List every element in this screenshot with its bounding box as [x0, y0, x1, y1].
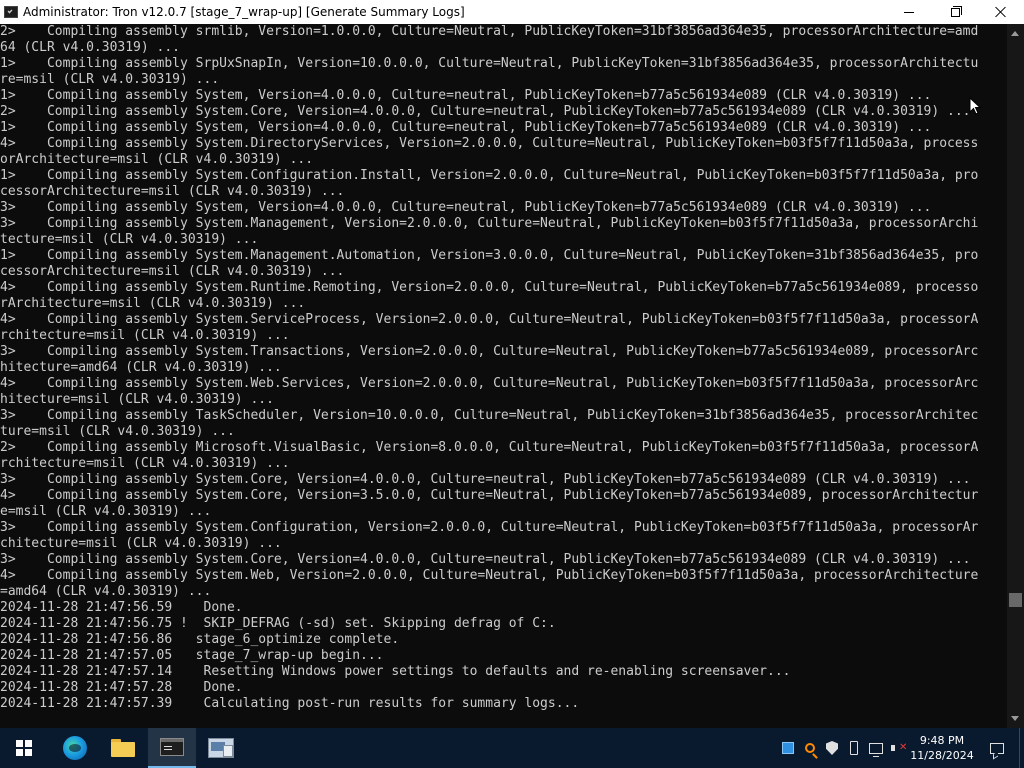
close-button[interactable]: [978, 0, 1024, 24]
system-tray: ✕ 9:48 PM 11/28/2024: [777, 728, 1024, 768]
console-line: 2024-11-28 21:47:56.59 Done.: [0, 600, 243, 615]
terminal-icon: [160, 738, 184, 756]
scroll-down-icon[interactable]: [1011, 716, 1019, 721]
console-line: tecture=msil (CLR v4.0.30319) ...: [0, 232, 259, 247]
console-line: rchitecture=msil (CLR v4.0.30319) ...: [0, 456, 290, 471]
console-line: cessorArchitecture=msil (CLR v4.0.30319)…: [0, 264, 345, 279]
taskbar-edge[interactable]: [51, 728, 99, 768]
tray-network[interactable]: [865, 728, 887, 768]
network-icon: [869, 742, 883, 757]
console-line: 1> Compiling assembly SrpUxSnapIn, Versi…: [0, 56, 979, 71]
taskbar-clock[interactable]: 9:48 PM 11/28/2024: [909, 728, 975, 768]
tray-search-tool[interactable]: [799, 728, 821, 768]
close-icon: [995, 6, 1007, 18]
scroll-thumb[interactable]: [1009, 593, 1022, 607]
console-line: 4> Compiling assembly System.Core, Versi…: [0, 488, 979, 503]
console-scrollbar[interactable]: [1007, 24, 1024, 728]
window-controls: [886, 0, 1024, 24]
restore-icon: [950, 5, 962, 17]
console-line: 4> Compiling assembly System.DirectorySe…: [0, 136, 979, 151]
start-button[interactable]: [0, 728, 48, 768]
edge-icon: [63, 736, 87, 760]
usb-device-icon: [850, 741, 858, 755]
notification-center-button[interactable]: [975, 728, 1019, 768]
taskbar-command-window[interactable]: [197, 728, 245, 768]
console-line: orArchitecture=msil (CLR v4.0.30319) ...: [0, 152, 314, 167]
taskbar-command-prompt[interactable]: [148, 728, 196, 768]
minimize-button[interactable]: [886, 0, 932, 24]
console-lines: 2> Compiling assembly srmlib, Version=1.…: [0, 24, 1007, 712]
clock-date: 11/28/2024: [910, 749, 974, 762]
tray-removable-device[interactable]: [843, 728, 865, 768]
windows-logo-icon: [16, 740, 32, 756]
taskbar: ✕ 9:48 PM 11/28/2024: [0, 728, 1024, 768]
volume-muted-icon: ✕: [891, 742, 907, 754]
console-app-icon: [4, 6, 18, 18]
console-line: rchitecture=msil (CLR v4.0.30319) ...: [0, 328, 290, 343]
restore-button[interactable]: [932, 0, 978, 24]
console-line: 3> Compiling assembly System.Configurati…: [0, 520, 979, 535]
console-line: hitecture=msil (CLR v4.0.30319) ...: [0, 392, 274, 407]
clock-time: 9:48 PM: [919, 734, 965, 747]
window-title: Administrator: Tron v12.0.7 [stage_7_wra…: [23, 5, 465, 19]
console-line: 2024-11-28 21:47:56.75 ! SKIP_DEFRAG (-s…: [0, 616, 556, 631]
console-line: 4> Compiling assembly System.Web.Service…: [0, 376, 979, 391]
console-line: 2024-11-28 21:47:56.86 stage_6_optimize …: [0, 632, 400, 647]
console-line: 2> Compiling assembly srmlib, Version=1.…: [0, 24, 979, 39]
console-line: =amd64 (CLR v4.0.30319) ...: [0, 584, 212, 599]
blue-square-icon: [782, 742, 794, 754]
notification-icon: [990, 742, 1004, 754]
console-line: rArchitecture=msil (CLR v4.0.30319) ...: [0, 296, 306, 311]
console-line: 2024-11-28 21:47:57.14 Resetting Windows…: [0, 664, 791, 679]
shield-icon: [826, 741, 838, 755]
window-title-bar[interactable]: Administrator: Tron v12.0.7 [stage_7_wra…: [0, 0, 1024, 24]
magnifier-icon: [805, 743, 815, 753]
console-line: cessorArchitecture=msil (CLR v4.0.30319)…: [0, 184, 345, 199]
console-line: chitecture=msil (CLR v4.0.30319) ...: [0, 536, 282, 551]
scroll-up-icon[interactable]: [1011, 31, 1019, 36]
console-line: 3> Compiling assembly System.Core, Versi…: [0, 472, 971, 487]
console-line: e=msil (CLR v4.0.30319) ...: [0, 504, 212, 519]
console-line: 2> Compiling assembly System.Core, Versi…: [0, 104, 971, 119]
console-line: 3> Compiling assembly System, Version=4.…: [0, 200, 932, 215]
console-output[interactable]: 2> Compiling assembly srmlib, Version=1.…: [0, 24, 1007, 728]
taskbar-file-explorer[interactable]: [99, 728, 147, 768]
console-line: 1> Compiling assembly System.Management.…: [0, 248, 979, 263]
mouse-cursor-icon: [969, 97, 981, 115]
console-line: 4> Compiling assembly System.ServiceProc…: [0, 312, 979, 327]
console-line: 4> Compiling assembly System.Web, Versio…: [0, 568, 979, 583]
console-line: 4> Compiling assembly System.Runtime.Rem…: [0, 280, 979, 295]
console-line: 1> Compiling assembly System, Version=4.…: [0, 120, 932, 135]
console-line: 1> Compiling assembly System.Configurati…: [0, 168, 979, 183]
console-line: 3> Compiling assembly System.Core, Versi…: [0, 552, 971, 567]
console-line: 3> Compiling assembly System.Transaction…: [0, 344, 979, 359]
minimize-icon: [904, 11, 914, 13]
console-line: 1> Compiling assembly System, Version=4.…: [0, 88, 932, 103]
console-line: hitecture=amd64 (CLR v4.0.30319) ...: [0, 360, 282, 375]
command-window-icon: [208, 738, 234, 758]
console-line: 2024-11-28 21:47:57.28 Done.: [0, 680, 243, 695]
console-line: 64 (CLR v4.0.30319) ...: [0, 40, 181, 55]
console-line: 2024-11-28 21:47:57.05 stage_7_wrap-up b…: [0, 648, 384, 663]
tray-security[interactable]: [821, 728, 843, 768]
console-line: 3> Compiling assembly TaskScheduler, Ver…: [0, 408, 979, 423]
console-line: 3> Compiling assembly System.Management,…: [0, 216, 979, 231]
console-line: ture=msil (CLR v4.0.30319) ...: [0, 424, 235, 439]
tray-app-blue[interactable]: [777, 728, 799, 768]
tray-volume[interactable]: ✕: [887, 728, 909, 768]
show-desktop-button[interactable]: [1019, 728, 1024, 768]
console-line: 2024-11-28 21:47:57.39 Calculating post-…: [0, 696, 580, 711]
folder-icon: [111, 739, 135, 757]
console-line: re=msil (CLR v4.0.30319) ...: [0, 72, 220, 87]
console-line: 2> Compiling assembly Microsoft.VisualBa…: [0, 440, 979, 455]
